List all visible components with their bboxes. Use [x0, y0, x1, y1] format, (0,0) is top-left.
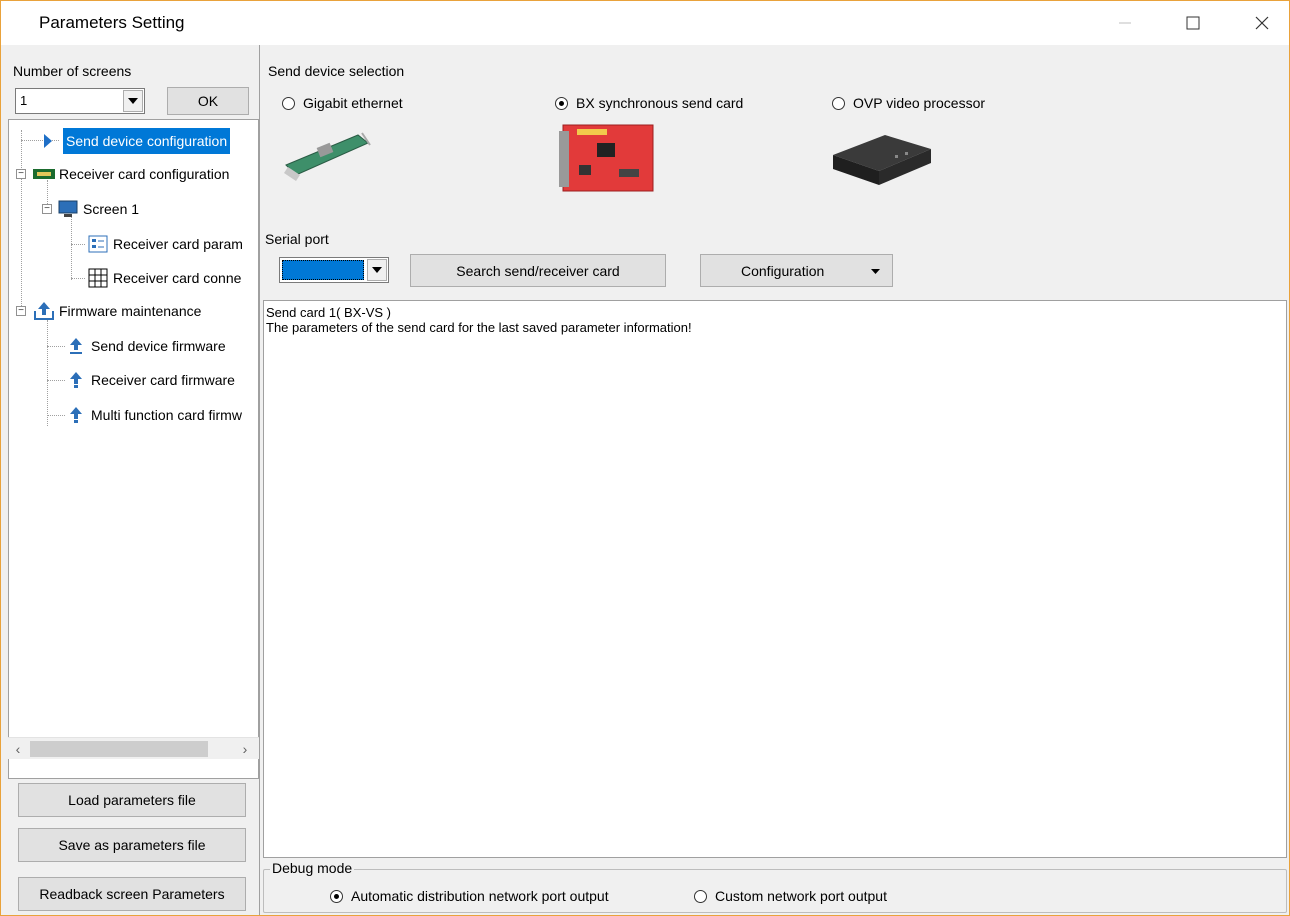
tree-item-label: Send device configuration	[63, 128, 231, 154]
tree-line	[71, 278, 85, 279]
screens-label: Number of screens	[13, 63, 132, 79]
minimize-icon	[1119, 22, 1131, 24]
tree-line	[71, 244, 85, 245]
radio-ovp-video-processor[interactable]: OVP video processor	[832, 95, 985, 111]
tree-item-label: Receiver card firmware	[91, 372, 235, 388]
upload-tray-icon	[33, 301, 55, 321]
radio-custom-network-port[interactable]: Custom network port output	[694, 888, 887, 904]
tree-item-label: Multi function card firmw	[91, 407, 242, 423]
tree-item-label: Screen 1	[83, 201, 140, 217]
maximize-icon	[1186, 16, 1200, 30]
close-button[interactable]	[1239, 1, 1285, 45]
bx-send-card-image	[559, 124, 654, 192]
scroll-right-icon[interactable]: ›	[237, 740, 253, 758]
close-icon	[1255, 16, 1269, 30]
serial-port-value	[282, 260, 364, 280]
radio-label: Automatic distribution network port outp…	[351, 888, 609, 904]
receiver-card-icon	[33, 164, 55, 184]
tree-item-screen1[interactable]: Screen 1	[57, 196, 139, 222]
tree-item-receiver-param[interactable]: Receiver card param	[87, 231, 243, 257]
collapse-icon[interactable]: −	[42, 204, 52, 214]
upload-icon	[65, 336, 87, 356]
radio-indicator	[832, 96, 845, 110]
tree-item-multi-firmware[interactable]: Multi function card firmw	[65, 402, 242, 428]
debug-mode-group: Debug mode Automatic distribution networ…	[263, 860, 1287, 913]
radio-bx-sync-send-card[interactable]: BX synchronous send card	[555, 95, 743, 111]
gigabit-card-image	[284, 132, 371, 181]
configuration-label: Configuration	[741, 262, 825, 279]
radio-auto-distribution[interactable]: Automatic distribution network port outp…	[330, 888, 609, 904]
tree-item-send-device[interactable]: Send device configuration	[37, 128, 231, 154]
tree-item-label: Firmware maintenance	[59, 303, 202, 319]
radio-gigabit-ethernet[interactable]: Gigabit ethernet	[282, 95, 403, 111]
tree-item-label: Receiver card conne	[113, 270, 242, 286]
maximize-button[interactable]	[1170, 1, 1216, 45]
radio-label: Custom network port output	[715, 888, 887, 904]
tree-line	[21, 130, 22, 314]
tree-line	[47, 380, 65, 381]
tree-horizontal-scrollbar[interactable]: ‹ ›	[8, 737, 259, 759]
tree-item-label: Send device firmware	[91, 338, 226, 354]
grid-icon	[87, 268, 109, 288]
send-device-label: Send device selection	[268, 63, 405, 79]
radio-indicator	[555, 96, 568, 110]
collapse-icon[interactable]: −	[16, 306, 26, 316]
tree-line	[71, 216, 72, 280]
log-line: The parameters of the send card for the …	[266, 320, 692, 335]
search-card-button[interactable]: Search send/receiver card	[410, 254, 666, 287]
left-pane: Number of screens 1 OK Send device confi…	[1, 45, 259, 915]
ok-button[interactable]: OK	[167, 87, 249, 115]
configuration-dropdown-button[interactable]: Configuration	[700, 254, 893, 287]
collapse-icon[interactable]: −	[16, 169, 26, 179]
save-parameters-button[interactable]: Save as parameters file	[18, 828, 246, 862]
upload-icon	[65, 370, 87, 390]
serial-port-label: Serial port	[265, 231, 329, 247]
chevron-down-icon[interactable]	[123, 90, 143, 112]
minimize-button[interactable]	[1102, 1, 1148, 45]
window-title: Parameters Setting	[39, 13, 185, 32]
serial-port-select[interactable]	[279, 257, 389, 283]
arrow-right-icon	[37, 131, 59, 151]
scrollbar-thumb[interactable]	[30, 741, 208, 757]
log-line: Send card 1( BX-VS )	[266, 305, 391, 320]
radio-indicator	[694, 889, 707, 903]
right-pane: Send device selection Gigabit ethernet B…	[259, 45, 1289, 915]
tree-line	[47, 415, 65, 416]
screens-value: 1	[20, 93, 28, 108]
radio-indicator	[282, 96, 295, 110]
radio-label: BX synchronous send card	[576, 95, 744, 111]
monitor-icon	[57, 199, 79, 219]
title-bar: Parameters Setting	[1, 1, 1289, 45]
tree-item-send-firmware[interactable]: Send device firmware	[65, 333, 226, 359]
tree-item-receiver-conn[interactable]: Receiver card conne	[87, 265, 241, 291]
ovp-processor-image	[833, 135, 931, 185]
radio-label: Gigabit ethernet	[303, 95, 403, 111]
tree-item-label: Receiver card param	[113, 236, 243, 252]
log-output[interactable]: Send card 1( BX-VS ) The parameters of t…	[263, 300, 1287, 858]
tree-item-firmware[interactable]: Firmware maintenance	[33, 298, 201, 324]
radio-indicator	[330, 889, 343, 903]
tree-line	[47, 346, 65, 347]
tree-item-receiver-firmware[interactable]: Receiver card firmware	[65, 367, 235, 393]
upload-icon	[65, 405, 87, 425]
config-tree: Send device configuration − Receiver car…	[8, 119, 259, 779]
chevron-down-icon[interactable]	[367, 259, 387, 281]
debug-mode-label: Debug mode	[270, 860, 355, 876]
tree-line	[47, 320, 48, 426]
load-parameters-button[interactable]: Load parameters file	[18, 783, 246, 817]
screens-select[interactable]: 1	[15, 88, 145, 114]
scroll-left-icon[interactable]: ‹	[10, 740, 26, 758]
parameters-setting-window: Parameters Setting Number of screens 1 O…	[0, 0, 1290, 916]
tree-item-receiver-config[interactable]: Receiver card configuration	[33, 161, 229, 187]
radio-label: OVP video processor	[853, 95, 986, 111]
chevron-down-icon	[871, 269, 880, 274]
tree-item-label: Receiver card configuration	[59, 166, 230, 182]
readback-parameters-button[interactable]: Readback screen Parameters	[18, 877, 246, 911]
list-icon	[87, 234, 109, 254]
